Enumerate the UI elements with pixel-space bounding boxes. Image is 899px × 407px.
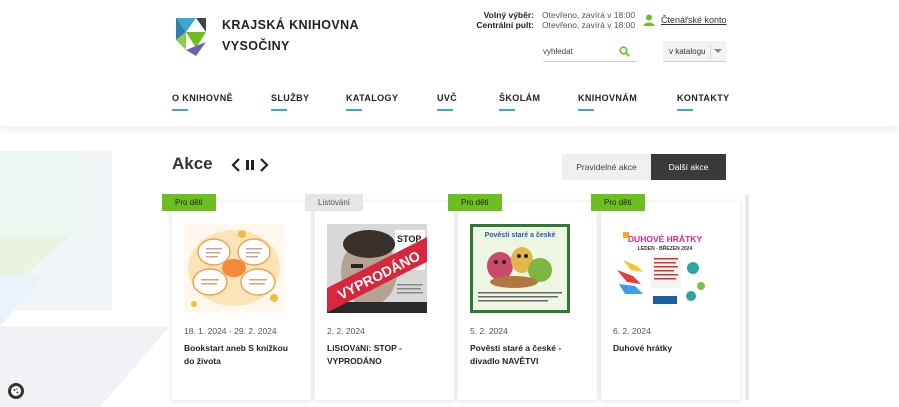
nav-label: UVČ: [437, 93, 458, 103]
nav-item-uvc[interactable]: UVČ: [437, 93, 457, 111]
nav-label: KONTAKTY: [677, 93, 730, 103]
event-card[interactable]: Pro děti DUHOVÉ HRÁTKY LEDEN - BŘEZEN 20…: [591, 194, 740, 400]
pause-icon[interactable]: [244, 158, 256, 172]
site-name-line2: VYSOČINY: [222, 39, 290, 53]
nav-label: ŠKOLÁM: [499, 93, 541, 103]
nav-item-o-knihovne[interactable]: O KNIHOVNĚ: [172, 93, 233, 111]
nav-underline: [499, 109, 515, 111]
search-scope-value: v katalogu: [669, 46, 706, 56]
event-date: 5. 2. 2024: [470, 326, 508, 336]
event-date: 2. 2. 2024: [327, 326, 365, 336]
logo-mark-icon: [176, 18, 206, 56]
hours-label: Centrální pult:: [476, 20, 534, 30]
thumb-text: DUHOVÉ HRÁTKY: [628, 234, 702, 244]
site-header: KRAJSKÁ KNIHOVNA VYSOČINY Volný výběr: O…: [0, 0, 899, 126]
user-icon: [643, 14, 655, 26]
event-title: Duhové hrátky: [613, 343, 673, 353]
nav-label: O KNIHOVNĚ: [172, 93, 234, 103]
search-box: [543, 41, 637, 62]
nav-item-knihovnam[interactable]: KNIHOVNÁM: [578, 93, 637, 111]
event-title: LiStOVáNí: STOP - VYPRODÁNO: [327, 343, 402, 366]
nav-underline: [437, 109, 453, 111]
hours-label: Volný výběr:: [483, 10, 534, 20]
event-image-povesti: Pověsti staré a české: [470, 224, 570, 313]
nav-item-skolam[interactable]: ŠKOLÁM: [499, 93, 540, 111]
nav-label: KNIHOVNÁM: [578, 93, 638, 103]
nav-underline: [346, 109, 362, 111]
event-date: 6. 2. 2024: [613, 326, 651, 336]
site-logo[interactable]: KRAJSKÁ KNIHOVNA VYSOČINY: [172, 14, 372, 58]
events-tabs: Pravidelné akce Další akce: [562, 154, 726, 180]
tab-regular-events[interactable]: Pravidelné akce: [562, 154, 651, 180]
nav-item-katalogy[interactable]: KATALOGY: [346, 93, 398, 111]
event-image-listovani: STOP VYPRODÁNO: [327, 224, 427, 313]
reader-account-label: Čtenářské konto: [661, 15, 727, 25]
search-icon[interactable]: [619, 45, 630, 57]
category-badge: Pro děti: [591, 194, 645, 211]
search-scope-select[interactable]: v katalogu: [663, 41, 726, 62]
chevron-down-icon: [714, 49, 722, 53]
main-navigation: O KNIHOVNĚ SLUŽBY KATALOGY UVČ ŠKOLÁM KN…: [172, 93, 729, 115]
nav-label: KATALOGY: [346, 93, 399, 103]
thumb-text: Pověsti staré a české: [485, 232, 556, 239]
opening-hours: Volný výběr: Otevřeno, zavírá v 18:00 Ce…: [470, 10, 635, 30]
reader-account-link[interactable]: Čtenářské konto: [643, 14, 727, 26]
nav-underline: [578, 109, 594, 111]
events-heading: Akce: [172, 154, 213, 173]
thumb-text: LEDEN - BŘEZEN 2024: [638, 244, 693, 252]
nav-item-kontakty[interactable]: KONTAKTY: [677, 93, 730, 111]
tab-other-events[interactable]: Další akce: [651, 154, 726, 180]
event-card[interactable]: Listování STOP VYPRODÁNO 2. 2. 2024 LiSt…: [305, 194, 454, 400]
next-card-peek: [745, 195, 749, 400]
event-title: Bookstart aneb S knížkou do života: [184, 343, 288, 366]
nav-underline: [677, 109, 693, 111]
category-badge: Pro děti: [162, 194, 216, 211]
event-image-duhove-hratky: DUHOVÉ HRÁTKY LEDEN - BŘEZEN 2024: [613, 224, 713, 313]
cookie-icon[interactable]: [8, 383, 24, 399]
hours-value: Otevřeno, zavírá v 18:00: [542, 10, 636, 20]
category-badge: Listování: [305, 194, 364, 211]
nav-label: SLUŽBY: [271, 93, 310, 103]
nav-underline: [271, 109, 287, 111]
hours-value: Otevřeno, zavírá v 18:00: [542, 20, 636, 30]
chevron-right-icon[interactable]: [258, 158, 270, 172]
search-input[interactable]: [543, 46, 619, 56]
nav-item-sluzby[interactable]: SLUŽBY: [271, 93, 309, 111]
event-title: Pověsti staré a české - divadlo NAVĚTVI: [470, 343, 562, 366]
event-card[interactable]: Pro děti Pověsti staré a české 5. 2. 202…: [448, 194, 597, 400]
category-badge: Pro děti: [448, 194, 502, 211]
site-name-line1: KRAJSKÁ KNIHOVNA: [222, 18, 359, 32]
event-card[interactable]: Pro děti 18. 1. 2024 - 29. 2. 2024 Books…: [162, 194, 311, 400]
chevron-left-icon[interactable]: [230, 158, 242, 172]
nav-underline: [172, 109, 188, 111]
event-date: 18. 1. 2024 - 29. 2. 2024: [184, 326, 277, 336]
event-image-bookstart: [184, 224, 284, 313]
select-divider: [710, 44, 711, 59]
